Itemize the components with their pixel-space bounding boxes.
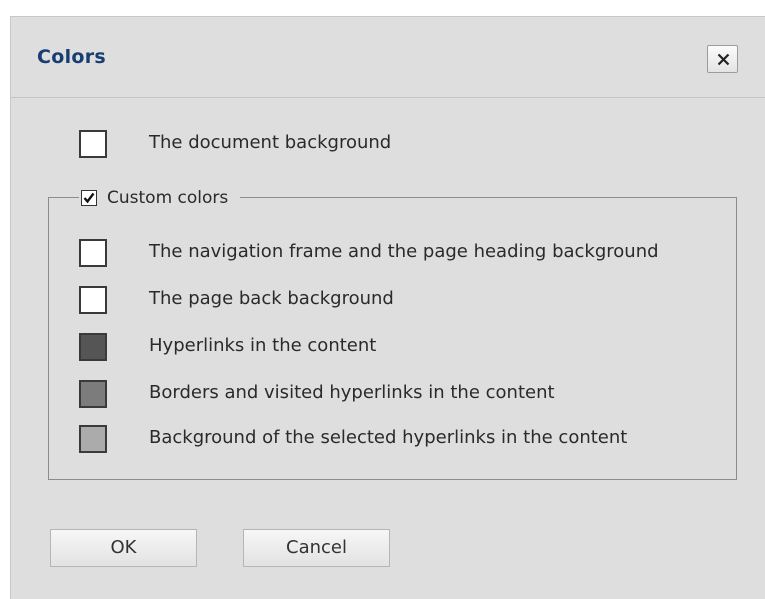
cancel-button[interactable]: Cancel: [243, 529, 390, 567]
close-icon: [717, 53, 730, 66]
close-button[interactable]: [707, 45, 738, 73]
navigation-frame-color-swatch[interactable]: [79, 239, 107, 267]
color-row-label: Hyperlinks in the content: [149, 335, 377, 356]
color-row-label: The navigation frame and the page headin…: [149, 241, 659, 262]
custom-colors-label: Custom colors: [107, 188, 229, 208]
custom-colors-legend: Custom colors: [79, 187, 241, 209]
page-back-color-swatch[interactable]: [79, 286, 107, 314]
checkmark-icon: [83, 192, 95, 204]
custom-colors-checkbox[interactable]: [81, 190, 97, 206]
color-row-label: The page back background: [149, 288, 394, 309]
visited-hyperlinks-color-swatch[interactable]: [79, 380, 107, 408]
color-row-label: Background of the selected hyperlinks in…: [149, 427, 628, 448]
color-row-label: Borders and visited hyperlinks in the co…: [149, 382, 555, 403]
colors-dialog: Colors The document background Custom co…: [10, 16, 765, 599]
dialog-title: Colors: [37, 46, 107, 68]
selected-hyperlinks-color-swatch[interactable]: [79, 425, 107, 453]
hyperlinks-color-swatch[interactable]: [79, 333, 107, 361]
document-background-swatch[interactable]: [79, 130, 107, 158]
title-separator: [11, 97, 765, 98]
ok-button[interactable]: OK: [50, 529, 197, 567]
document-background-label: The document background: [149, 132, 392, 153]
